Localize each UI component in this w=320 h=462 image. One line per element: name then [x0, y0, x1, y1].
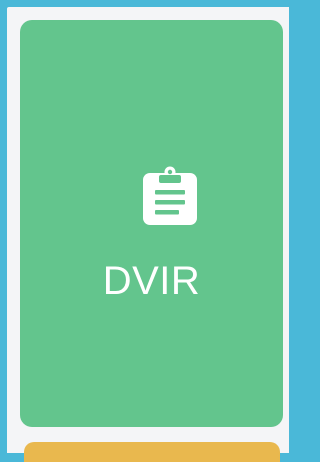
dvir-card[interactable]: DVIR	[20, 20, 283, 427]
dvir-card-label: DVIR	[102, 259, 201, 303]
clipboard-icon	[143, 166, 197, 225]
next-card[interactable]	[24, 442, 280, 462]
